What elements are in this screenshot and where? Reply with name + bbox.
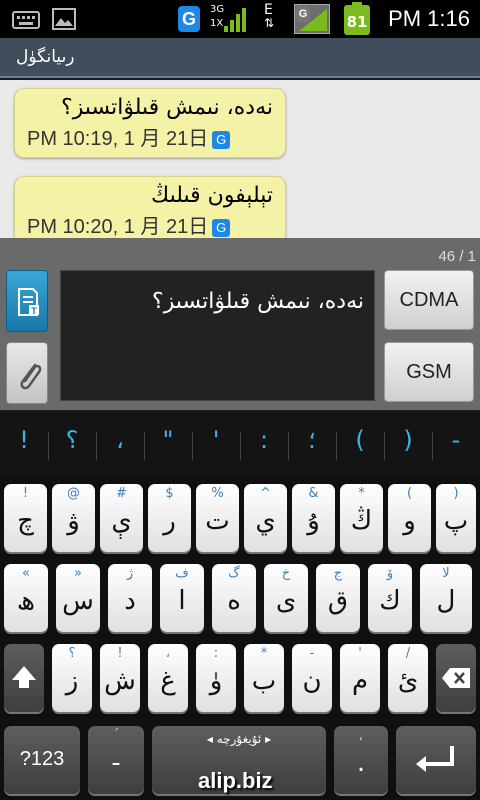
message-bubble[interactable]: تېلېفون قىلىڭ PM 10:20, 1 月 21日 G xyxy=(14,176,286,238)
message-text: نەدە، نىمش قىلۋاتسىز؟ xyxy=(61,95,273,120)
template-button[interactable]: T xyxy=(6,270,48,332)
message-input[interactable]: نەدە، نىمش قىلۋاتسىز؟ xyxy=(60,270,375,401)
symbol-key[interactable]: ( xyxy=(336,426,384,454)
key[interactable]: ' م xyxy=(340,644,380,712)
character-counter: 46 / 1 xyxy=(438,248,476,265)
sim2-signal-icon: G xyxy=(294,4,330,34)
soft-keyboard: ! چ @ ۋ # ې $ ر % ت ^ ي & ۇ * ڭ (و ) پ «ھ » س ژد ف… xyxy=(0,476,480,800)
key[interactable]: -ن xyxy=(292,644,332,712)
key[interactable]: $ ر xyxy=(148,484,191,552)
g-sim-icon: G xyxy=(212,130,231,149)
key[interactable]: ! ش xyxy=(100,644,140,712)
key[interactable]: / ئ xyxy=(388,644,428,712)
key[interactable]: ، غ xyxy=(148,644,188,712)
symbol-key[interactable]: " xyxy=(144,426,192,454)
network-3g-label: 3G xyxy=(210,4,225,15)
key[interactable]: * ڭ xyxy=(340,484,383,552)
period-key[interactable]: ,. xyxy=(334,726,388,794)
key[interactable]: (و xyxy=(388,484,431,552)
contact-name: رىيانگۈل xyxy=(16,47,75,67)
symbol-key[interactable]: ؟ xyxy=(48,426,96,454)
backspace-key[interactable] xyxy=(436,644,476,712)
symbol-suggestion-bar: ! ؟ ، " ' : ؛ ( ) - xyxy=(0,412,480,476)
key[interactable]: جق xyxy=(316,564,360,632)
key[interactable]: ) پ xyxy=(436,484,476,552)
symbol-key[interactable]: ؛ xyxy=(288,426,336,454)
key[interactable]: & ۇ xyxy=(292,484,335,552)
status-bar: G 3G 1X E ⇅ G 81 PM 1:16 xyxy=(0,0,480,38)
key[interactable]: @ ۋ xyxy=(52,484,95,552)
conversation-header[interactable]: رىيانگۈل xyxy=(0,38,480,78)
message-bubble[interactable]: نەدە، نىمش قىلۋاتسىز؟ PM 10:19, 1 月 21日 G xyxy=(14,88,286,158)
key[interactable]: » س xyxy=(56,564,100,632)
backspace-icon xyxy=(442,668,470,688)
key[interactable]: ۆك xyxy=(368,564,412,632)
shift-key[interactable] xyxy=(4,644,44,712)
message-timestamp: PM 10:19, 1 月 21日 G xyxy=(27,122,273,151)
key[interactable]: :ۈ xyxy=(196,644,236,712)
message-timestamp: PM 10:20, 1 月 21日 G xyxy=(27,210,273,238)
battery-icon: 81 xyxy=(344,2,370,35)
image-icon xyxy=(52,8,76,30)
g-sim-icon: G xyxy=(212,218,231,237)
attach-button[interactable] xyxy=(6,342,48,404)
svg-text:T: T xyxy=(31,306,37,316)
clock: PM 1:16 xyxy=(388,6,470,31)
symbol-key[interactable]: ) xyxy=(384,426,432,454)
send-gsm-button[interactable]: GSM xyxy=(384,342,474,402)
compose-area: 46 / 1 T نەدە، نىمش قىلۋاتسىز؟ CDMA GSM xyxy=(0,238,480,410)
shift-icon xyxy=(12,666,36,688)
symbol-key[interactable]: ، xyxy=(96,426,144,454)
enter-key[interactable] xyxy=(396,726,476,794)
data-arrows-icon: ⇅ xyxy=(264,16,275,30)
key[interactable]: فا xyxy=(160,564,204,632)
g-app-icon: G xyxy=(178,6,200,32)
key[interactable]: % ت xyxy=(196,484,239,552)
key[interactable]: ؟ ز xyxy=(52,644,92,712)
message-text: تېلېفون قىلىڭ xyxy=(151,183,273,208)
key[interactable]: ^ ي xyxy=(244,484,287,552)
key[interactable]: «ھ xyxy=(4,564,48,632)
key[interactable]: گە xyxy=(212,564,256,632)
message-list[interactable]: نەدە، نىمش قىلۋاتسىز؟ PM 10:19, 1 月 21日 G… xyxy=(0,80,480,238)
watermark: alip.biz xyxy=(198,768,273,793)
template-icon: T xyxy=(18,288,39,316)
keyboard-icon xyxy=(12,11,40,29)
paperclip-icon xyxy=(20,363,42,390)
key[interactable]: لا ل xyxy=(420,564,472,632)
key[interactable]: ! چ xyxy=(4,484,47,552)
send-cdma-button[interactable]: CDMA xyxy=(384,270,474,330)
key[interactable]: * ب xyxy=(244,644,284,712)
signal-strength-icon xyxy=(224,8,246,32)
network-1x-label: 1X xyxy=(210,18,224,29)
key[interactable]: خى xyxy=(264,564,308,632)
key[interactable]: # ې xyxy=(100,484,143,552)
symbol-key[interactable]: - xyxy=(432,426,480,454)
enter-icon xyxy=(416,746,454,772)
symbol-key[interactable]: ! xyxy=(0,426,48,454)
dash-key[interactable]: ´ - xyxy=(88,726,144,794)
symbol-key[interactable]: : xyxy=(240,426,288,454)
symbols-mode-key[interactable]: ?123 xyxy=(4,726,80,794)
key[interactable]: ژد xyxy=(108,564,152,632)
symbol-key[interactable]: ' xyxy=(192,426,240,454)
